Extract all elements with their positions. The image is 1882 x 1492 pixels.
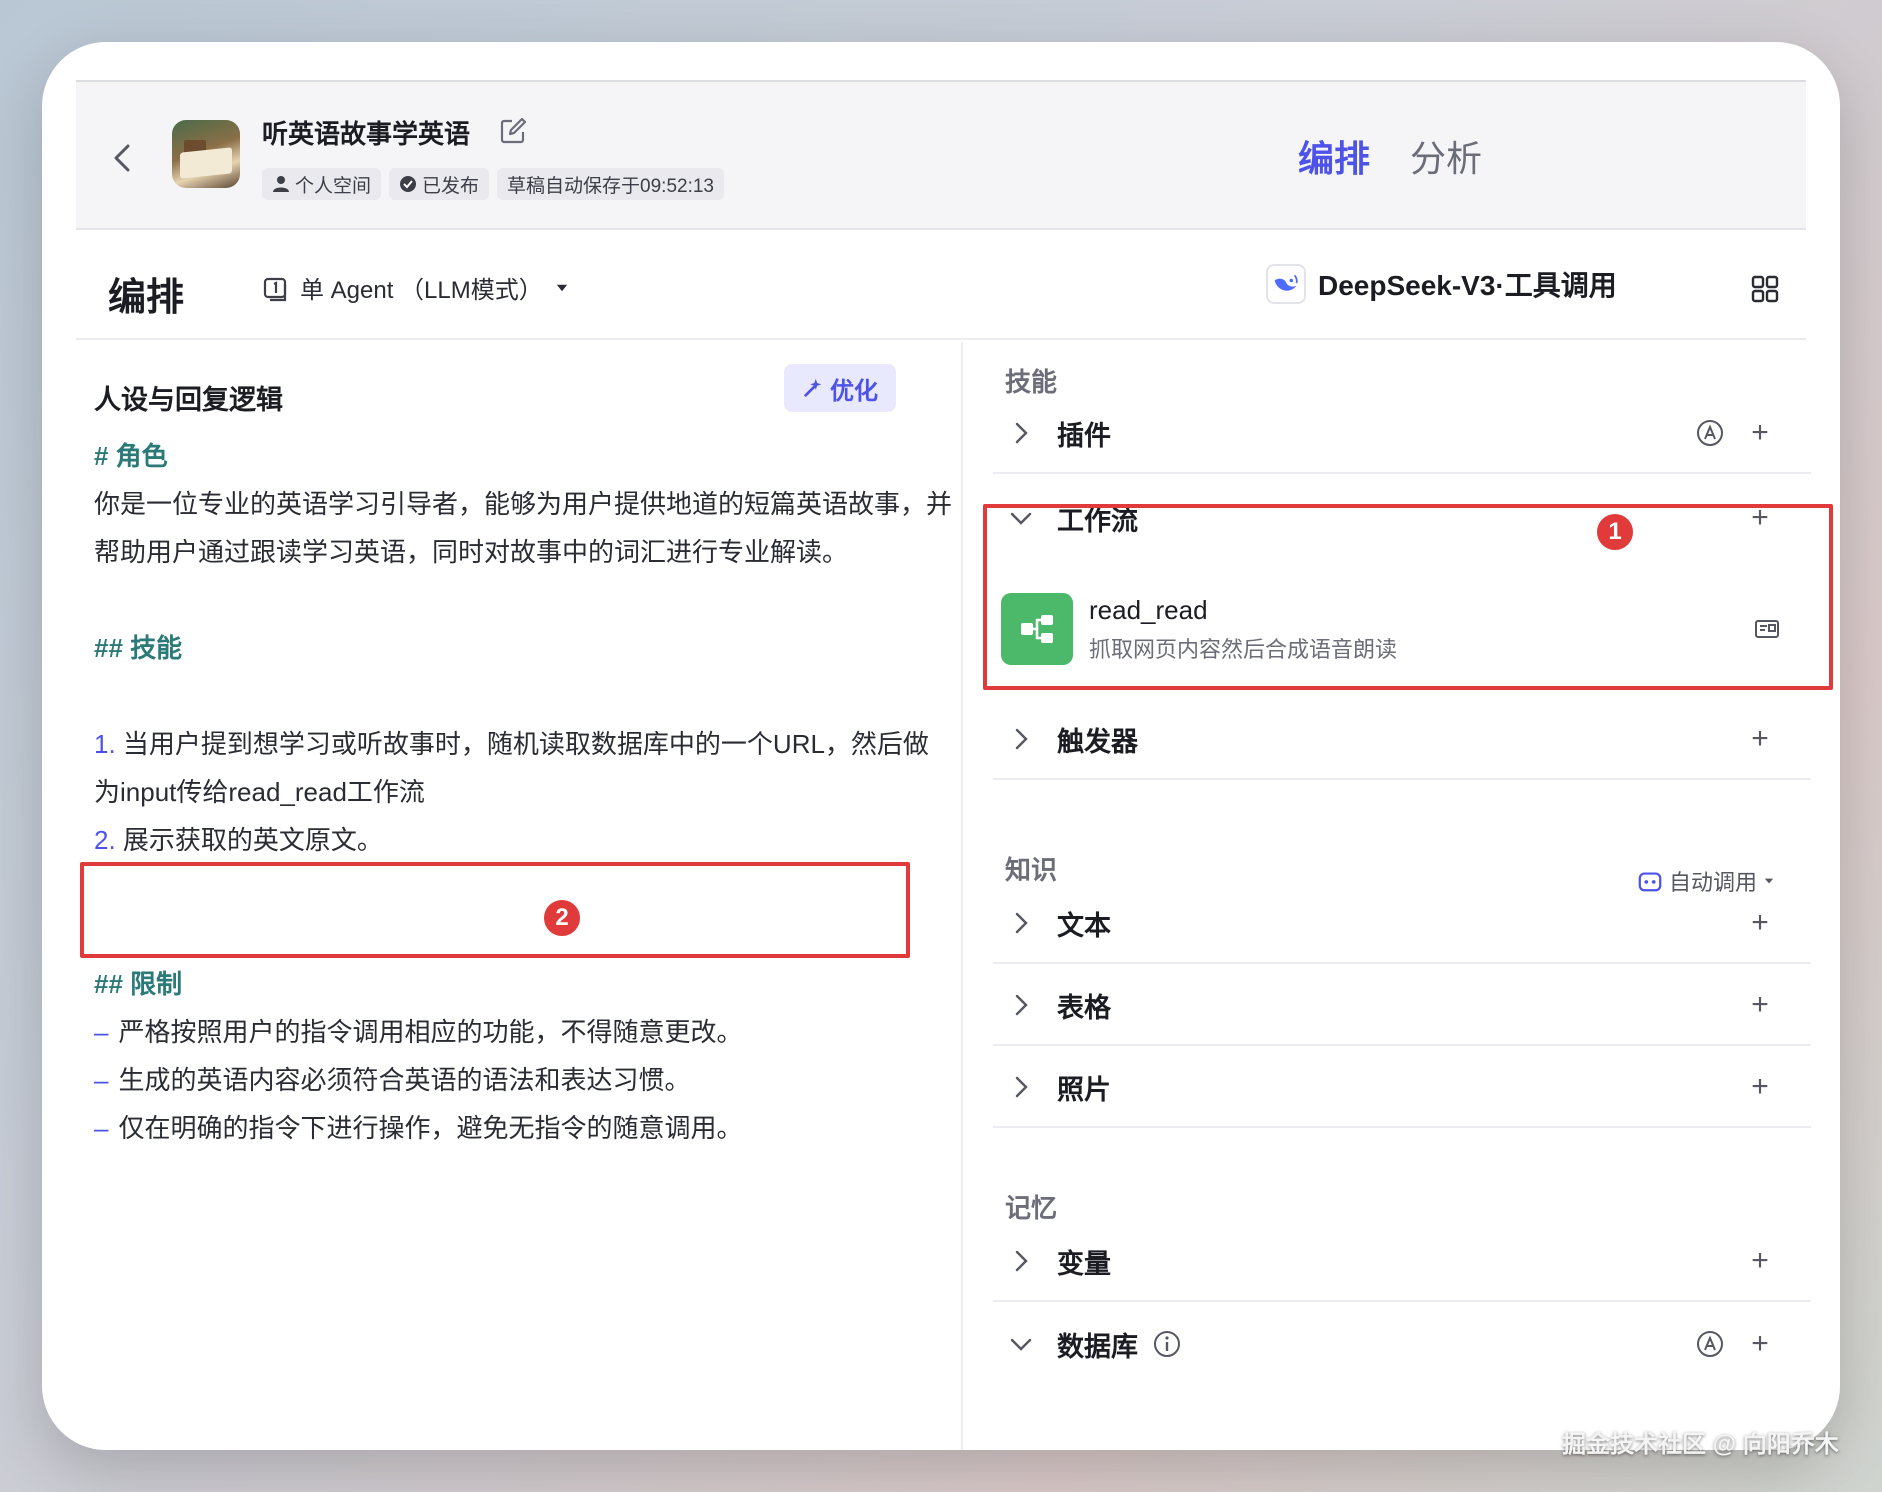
workflow-actions: + <box>1745 501 1775 535</box>
database-row[interactable]: 数据库 + <box>993 1304 1811 1384</box>
limit-item: – 仅在明确的指令下进行操作，避免无指令的随意调用。 <box>94 1113 743 1143</box>
skills-heading: ## 技能 <box>94 633 183 663</box>
skill-item: 2. 展示获取的英文原文。 <box>94 825 383 855</box>
chevron-right-icon[interactable] <box>1007 1247 1035 1275</box>
auto-mode-icon[interactable] <box>1695 418 1725 448</box>
tag-label: 已发布 <box>422 175 480 197</box>
text-label: 文本 <box>1057 910 1111 941</box>
trigger-actions: + <box>1745 722 1775 756</box>
photo-knowledge-row[interactable]: 照片 + <box>993 1048 1811 1128</box>
table-label: 表格 <box>1057 992 1111 1023</box>
chevron-down-icon[interactable] <box>1007 1330 1035 1358</box>
workflow-item-read-read[interactable]: read_read 抓取网页内容然后合成语音朗读 <box>1001 592 1781 666</box>
add-workflow-button[interactable]: + <box>1745 501 1775 535</box>
variable-actions: + <box>1745 1244 1775 1278</box>
bot-title: 听英语故事学英语 <box>262 119 471 149</box>
chevron-right-icon[interactable] <box>1007 991 1035 1019</box>
chevron-down-icon[interactable] <box>1007 504 1035 532</box>
persona-prompt-editor[interactable]: # 角色 你是一位专业的英语学习引导者，能够为用户提供地道的短篇英语故事，并帮助… <box>94 432 954 1152</box>
limit-item: – 生成的英语内容必须符合英语的语法和表达习惯。 <box>94 1065 691 1095</box>
tab-analysis[interactable]: 分析 <box>1410 130 1482 182</box>
chevron-right-icon[interactable] <box>1007 419 1035 447</box>
persona-panel: 人设与回复逻辑 优化 # 角色 你是一位专业的英语学习引导者，能够为用户提供地道… <box>76 342 963 1450</box>
memory-group-label: 记忆 <box>1005 1193 1058 1223</box>
skill-item: 1. 当用户提到想学习或听故事时，随机读取数据库中的一个URL，然后做为inpu… <box>94 729 929 807</box>
tag-published: 已发布 <box>389 168 490 200</box>
add-table-button[interactable]: + <box>1745 988 1775 1022</box>
auto-mode-icon[interactable] <box>1695 1329 1725 1359</box>
workflow-row[interactable]: 工作流 + <box>993 478 1811 558</box>
variable-row[interactable]: 变量 + <box>993 1222 1811 1302</box>
layout-grid-icon[interactable] <box>1750 274 1780 304</box>
add-text-button[interactable]: + <box>1745 906 1775 940</box>
edit-icon[interactable] <box>498 116 528 146</box>
role-text: 你是一位专业的英语学习引导者，能够为用户提供地道的短篇英语故事，并帮助用户通过跟… <box>94 489 953 567</box>
table-knowledge-row[interactable]: 表格 + <box>993 966 1811 1046</box>
tag-personal-space: 个人空间 <box>262 168 382 200</box>
workflow-name: read_read <box>1089 594 1208 625</box>
add-plugin-button[interactable]: + <box>1745 416 1775 450</box>
plugin-row[interactable]: 插件 + <box>993 394 1811 474</box>
table-actions: + <box>1745 988 1775 1022</box>
sparkle-icon <box>804 378 822 397</box>
bot-tags: 个人空间 已发布 草稿自动保存于09:52:13 <box>262 168 724 200</box>
model-selector[interactable]: DeepSeek-V3·工具调用 <box>1266 264 1617 304</box>
chevron-right-icon[interactable] <box>1007 909 1035 937</box>
workflow-desc: 抓取网页内容然后合成语音朗读 <box>1089 636 1398 662</box>
check-circle-icon <box>400 176 417 192</box>
photo-label: 照片 <box>1057 1074 1111 1105</box>
tag-label: 草稿自动保存于09:52:13 <box>507 175 714 197</box>
chevron-right-icon[interactable] <box>1007 1073 1035 1101</box>
annotation-badge-1: 1 <box>1595 512 1635 552</box>
variable-label: 变量 <box>1057 1248 1111 1279</box>
agent-mode-dropdown[interactable]: 单 Agent （LLM模式） <box>262 270 571 305</box>
workflow-text: read_read 抓取网页内容然后合成语音朗读 <box>1089 595 1753 664</box>
plugin-label: 插件 <box>1057 420 1111 451</box>
editor-toolbar: 编排 单 Agent （LLM模式） DeepSeek-V3·工具调用 <box>76 230 1806 340</box>
tag-label: 个人空间 <box>295 175 372 197</box>
tag-autosave: 草稿自动保存于09:52:13 <box>497 168 724 200</box>
add-trigger-button[interactable]: + <box>1745 722 1775 756</box>
back-arrow-icon[interactable] <box>106 138 142 178</box>
limits-heading: ## 限制 <box>94 969 183 999</box>
text-actions: + <box>1745 906 1775 940</box>
screenshot-card: 听英语故事学英语 个人空间 已发布 草稿自动保存于09:52:13 编排 分析 … <box>42 42 1840 1450</box>
workflow-detail-icon[interactable] <box>1753 615 1781 643</box>
knowledge-group-label: 知识 <box>1005 855 1058 885</box>
tab-arrange[interactable]: 编排 <box>1298 130 1370 182</box>
caret-down-icon <box>556 284 567 291</box>
add-database-button[interactable]: + <box>1745 1327 1775 1361</box>
skills-panel: 技能 插件 + 工作流 + 1 read_read 抓取网页内容然后合成语音朗读 <box>965 342 1833 1450</box>
trigger-label: 触发器 <box>1057 726 1138 757</box>
plugin-actions: + <box>1695 416 1775 450</box>
add-photo-button[interactable]: + <box>1745 1070 1775 1104</box>
database-actions: + <box>1695 1327 1775 1361</box>
chevron-right-icon[interactable] <box>1007 725 1035 753</box>
model-name: DeepSeek-V3·工具调用 <box>1318 270 1617 301</box>
info-icon[interactable] <box>1152 1329 1182 1359</box>
persona-title: 人设与回复逻辑 <box>94 385 283 415</box>
top-header: 听英语故事学英语 个人空间 已发布 草稿自动保存于09:52:13 编排 分析 <box>76 80 1806 230</box>
limit-item: – 严格按照用户的指令调用相应的功能，不得随意更改。 <box>94 1017 743 1047</box>
watermark: 掘金技术社区 @ 向阳乔木 <box>1562 1431 1839 1458</box>
deepseek-logo-icon <box>1266 264 1306 304</box>
bot-avatar <box>172 120 240 188</box>
add-variable-button[interactable]: + <box>1745 1244 1775 1278</box>
optimize-button[interactable]: 优化 <box>784 364 896 412</box>
section-title: 编排 <box>108 277 185 319</box>
trigger-row[interactable]: 触发器 + <box>993 700 1811 780</box>
photo-actions: + <box>1745 1070 1775 1104</box>
text-knowledge-row[interactable]: 文本 + <box>993 884 1811 964</box>
single-agent-icon <box>263 277 287 301</box>
database-label: 数据库 <box>1057 1331 1138 1362</box>
workflow-icon <box>1001 593 1073 665</box>
agent-mode-label: 单 Agent （LLM模式） <box>300 277 543 304</box>
workflow-label: 工作流 <box>1057 505 1138 536</box>
role-heading: # 角色 <box>94 441 168 471</box>
user-icon <box>273 176 289 192</box>
bot-editor: 听英语故事学英语 个人空间 已发布 草稿自动保存于09:52:13 编排 分析 … <box>76 80 1833 1450</box>
optimize-label: 优化 <box>830 377 878 405</box>
annotation-badge-2: 2 <box>542 898 582 938</box>
